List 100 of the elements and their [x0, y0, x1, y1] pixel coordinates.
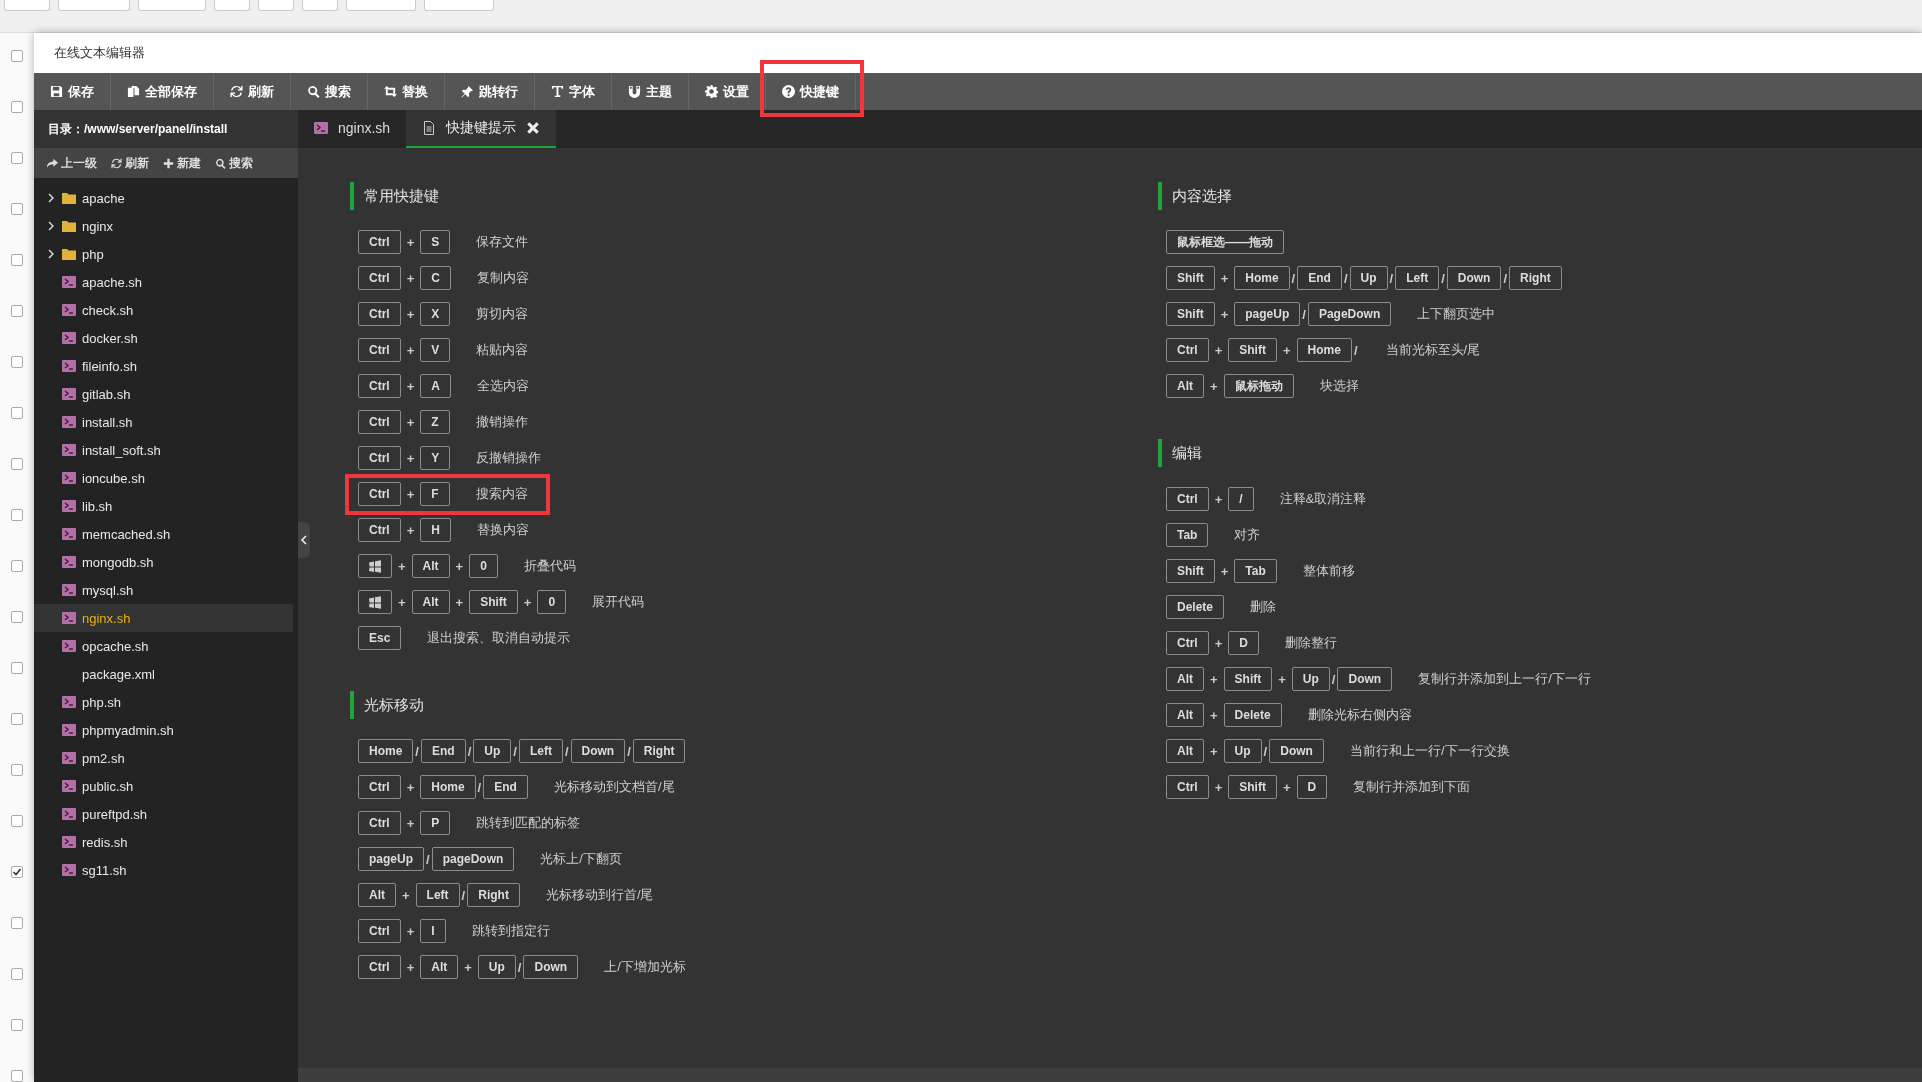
file-name: sg11.sh [82, 862, 127, 878]
sidebar-collapse-button[interactable] [298, 522, 310, 558]
checkbox[interactable] [11, 611, 23, 623]
file-tree-item[interactable]: docker.sh [34, 324, 293, 352]
background-button[interactable] [346, 0, 416, 11]
shortcut-description: 全选内容 [476, 377, 529, 395]
folder-icon [62, 248, 76, 260]
file-tree-item[interactable]: lib.sh [34, 492, 293, 520]
shortcut-description: 删除整行 [1284, 634, 1337, 652]
checkbox[interactable] [11, 101, 23, 113]
file-tree-item[interactable]: apache [34, 184, 293, 212]
file-name: apache.sh [82, 274, 142, 290]
close-icon[interactable] [526, 121, 541, 135]
key-separator: + [1282, 779, 1291, 795]
sidebar-action-button[interactable]: 刷新 [106, 152, 154, 174]
key-cap: Up [1223, 739, 1262, 763]
key-separator: + [455, 594, 464, 610]
sidebar-action-button[interactable]: 上一级 [42, 152, 102, 174]
file-tree-item[interactable]: public.sh [34, 772, 293, 800]
file-tree-item[interactable]: redis.sh [34, 828, 293, 856]
checkbox[interactable] [11, 764, 23, 776]
key-separator: + [398, 558, 406, 574]
checkbox[interactable] [11, 254, 23, 266]
chevron-right-icon[interactable] [46, 249, 56, 259]
terminal-icon [62, 472, 76, 484]
checkbox[interactable] [11, 713, 23, 725]
file-name: nginx.sh [82, 610, 131, 626]
checkbox[interactable] [11, 1019, 23, 1031]
key-cap: Up [1349, 266, 1388, 290]
file-tree-item[interactable]: package.xml [34, 660, 293, 688]
file-tree-item[interactable]: check.sh [34, 296, 293, 324]
file-tree-item[interactable]: ioncube.sh [34, 464, 293, 492]
file-tree-item[interactable]: pm2.sh [34, 744, 293, 772]
file-tree-item[interactable]: gitlab.sh [34, 380, 293, 408]
background-button[interactable] [58, 0, 130, 11]
sidebar-action-button[interactable]: 搜索 [210, 152, 258, 174]
key-cap: Home [1296, 338, 1352, 362]
file-name: redis.sh [82, 834, 128, 850]
file-tree-item[interactable]: phpmyadmin.sh [34, 716, 293, 744]
terminal-icon [62, 724, 76, 736]
checkbox[interactable] [11, 662, 23, 674]
background-button[interactable] [258, 0, 294, 11]
window-title: 在线文本编辑器 [54, 44, 145, 62]
checkbox[interactable] [11, 152, 23, 164]
key-separator: + [406, 270, 415, 286]
shortcut-description: 退出搜索、取消自动提示 [427, 629, 571, 647]
shortcut-description: 展开代码 [592, 593, 645, 611]
checkbox[interactable] [11, 866, 23, 878]
checkbox[interactable] [11, 203, 23, 215]
key-cap: Alt [411, 554, 450, 578]
file-tree-item[interactable]: install_soft.sh [34, 436, 293, 464]
checkbox[interactable] [11, 50, 23, 62]
file-tree-item[interactable]: mongodb.sh [34, 548, 293, 576]
key-separator: + [1282, 342, 1291, 358]
file-tree-item[interactable]: apache.sh [34, 268, 293, 296]
key-cap: 鼠标拖动 [1223, 374, 1294, 398]
checkbox[interactable] [11, 356, 23, 368]
section-heading: 常用快捷键 [350, 182, 1158, 210]
file-tree-item[interactable]: php [34, 240, 293, 268]
background-button[interactable] [214, 0, 250, 11]
editor-tab[interactable]: 快捷键提示 [406, 110, 557, 148]
checkbox[interactable] [11, 968, 23, 980]
key-separator: + [406, 522, 415, 538]
plus-icon [163, 157, 174, 169]
file-tree-item[interactable]: memcached.sh [34, 520, 293, 548]
file-tree-item[interactable]: nginx.sh [34, 604, 293, 632]
file-tree-item[interactable]: php.sh [34, 688, 293, 716]
file-tree-item[interactable]: opcache.sh [34, 632, 293, 660]
shortcut-description: 粘贴内容 [476, 341, 529, 359]
checkbox[interactable] [11, 917, 23, 929]
background-button[interactable] [424, 0, 494, 11]
shortcut-description: 注释&取消注释 [1279, 490, 1367, 508]
key-separator: + [406, 486, 415, 502]
file-tree-item[interactable]: sg11.sh [34, 856, 293, 884]
file-tree-item[interactable]: install.sh [34, 408, 293, 436]
checkbox[interactable] [11, 305, 23, 317]
file-name: public.sh [82, 778, 134, 794]
terminal-icon [62, 612, 76, 624]
chevron-right-icon[interactable] [46, 221, 56, 231]
checkbox[interactable] [11, 560, 23, 572]
checkbox[interactable] [11, 815, 23, 827]
key-separator: + [1214, 779, 1223, 795]
file-tree-item[interactable]: pureftpd.sh [34, 800, 293, 828]
checkbox[interactable] [11, 1070, 23, 1082]
file-tree-item[interactable]: fileinfo.sh [34, 352, 293, 380]
chevron-right-icon[interactable] [46, 193, 56, 203]
file-tree-item[interactable]: mysql.sh [34, 576, 293, 604]
checkbox[interactable] [11, 509, 23, 521]
sidebar-action-button[interactable]: 新建 [158, 152, 206, 174]
background-button[interactable] [302, 0, 338, 11]
file-tree-item[interactable]: nginx [34, 212, 293, 240]
shortcut-description: 跳转到匹配的标签 [476, 814, 581, 832]
background-button[interactable] [4, 0, 50, 11]
key-cap: Delete [1223, 703, 1282, 727]
background-button[interactable] [138, 0, 206, 11]
checkbox[interactable] [11, 407, 23, 419]
terminal-icon [62, 500, 76, 512]
checkbox[interactable] [11, 458, 23, 470]
section-heading: 光标移动 [350, 691, 1158, 719]
key-cap: pageDown [431, 847, 515, 871]
